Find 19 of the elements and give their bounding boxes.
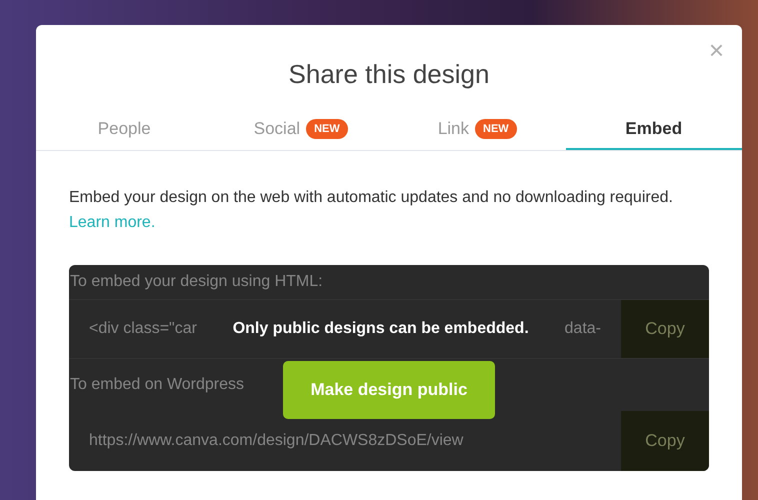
wordpress-url: https://www.canva.com/design/DACWS8zDSoE/view bbox=[89, 431, 464, 451]
code-text: <div class="car bbox=[89, 319, 197, 339]
make-public-button[interactable]: Make design public bbox=[283, 361, 495, 419]
new-badge: NEW bbox=[306, 118, 348, 140]
learn-more-link[interactable]: Learn more. bbox=[69, 214, 156, 231]
dialog-title: Share this design bbox=[288, 58, 490, 91]
tab[interactable]: Link NEW bbox=[389, 110, 566, 150]
tab[interactable]: Social NEW bbox=[212, 110, 389, 150]
new-badge: NEW bbox=[475, 118, 517, 140]
wordpress-label: To embed on Wordpress bbox=[70, 375, 244, 395]
intro-text: Embed your design on the web with automatic updates and no downloading required. Learn more. bbox=[69, 188, 674, 233]
tab[interactable]: Embed bbox=[566, 110, 742, 150]
tab[interactable]: People bbox=[36, 110, 212, 150]
code-text: data- bbox=[564, 319, 601, 339]
overlay-message: Only public designs can be embedded. bbox=[232, 319, 530, 339]
close-button[interactable]: × bbox=[708, 37, 724, 63]
html-label: To embed your design using HTML: bbox=[70, 272, 323, 292]
copy-button[interactable]: Copy bbox=[621, 300, 709, 358]
copy-button[interactable]: Copy bbox=[621, 411, 709, 471]
